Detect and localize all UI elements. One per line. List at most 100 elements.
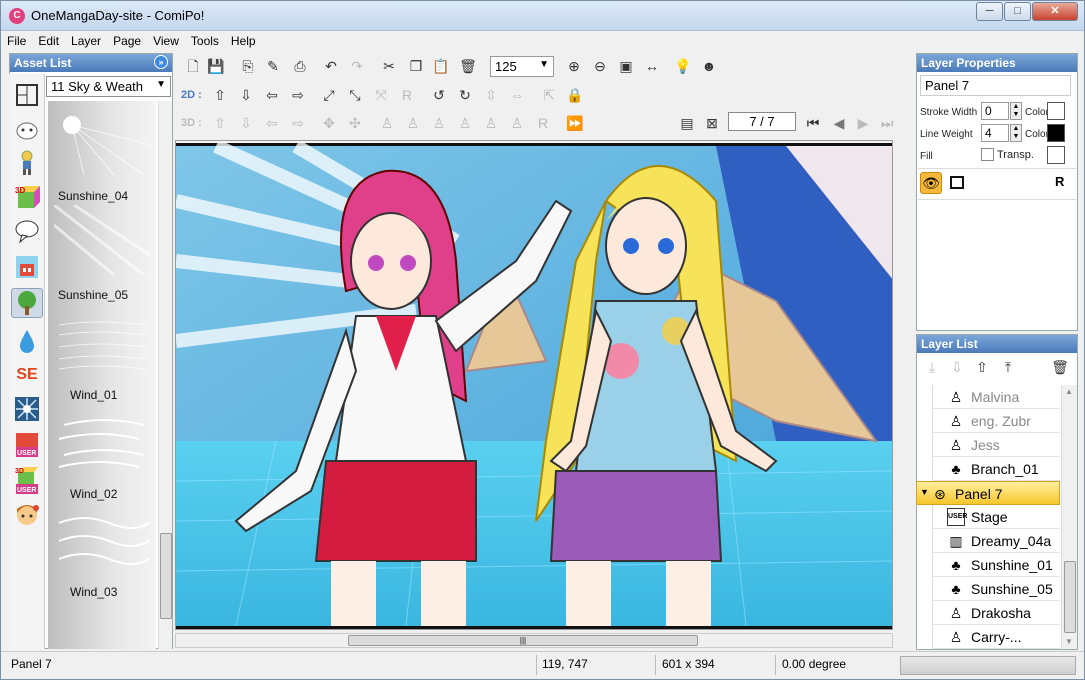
save-icon[interactable]: 💾: [206, 56, 226, 76]
3d-pose-2-icon[interactable]: ♙: [403, 113, 423, 133]
3d-pose-4-icon[interactable]: ♙: [455, 113, 475, 133]
3d-move-up-icon[interactable]: ⇧: [210, 113, 230, 133]
canvas-horizontal-scrollbar[interactable]: |||: [175, 633, 893, 648]
move-layer-down-icon[interactable]: ⇩: [947, 357, 967, 377]
maximize-button[interactable]: □: [1004, 2, 1031, 21]
zoom-out-icon[interactable]: ⊖: [590, 56, 610, 76]
cut-icon[interactable]: ✂: [379, 56, 399, 76]
transparent-checkbox[interactable]: [981, 148, 994, 161]
menu-help[interactable]: Help: [225, 31, 262, 48]
asset-category-dropdown[interactable]: 11 Sky & Weath ▼: [46, 76, 171, 97]
layer-row[interactable]: ▥ Dreamy_04a: [932, 529, 1060, 553]
menu-layer[interactable]: Layer: [65, 31, 107, 48]
fit-page-icon[interactable]: ▣: [616, 56, 636, 76]
reset-icon[interactable]: R: [1055, 174, 1064, 189]
zoom-select[interactable]: 125 ▼: [490, 56, 554, 77]
delete-page-icon[interactable]: ⊠: [702, 113, 722, 133]
scale-up-icon[interactable]: ⤢: [319, 85, 339, 105]
stroke-color-swatch[interactable]: [1047, 102, 1065, 120]
zoom-in-icon[interactable]: ⊕: [564, 56, 584, 76]
print-icon[interactable]: ⎙: [290, 56, 310, 76]
layer-list-scrollbar[interactable]: ▲ ▼: [1061, 385, 1077, 649]
effect-icon[interactable]: [11, 394, 43, 424]
share-icon[interactable]: ✎: [263, 56, 283, 76]
layer-row[interactable]: ♙ Carry-...: [932, 625, 1060, 649]
layer-row[interactable]: ♙ eng. Zubr: [932, 409, 1060, 433]
sound-effect-icon[interactable]: SE: [11, 360, 43, 390]
user-background-icon[interactable]: USER: [11, 430, 43, 460]
rotate-right-icon[interactable]: ↻: [455, 85, 475, 105]
character-face-icon[interactable]: ☻: [699, 56, 719, 76]
move-layer-top-icon[interactable]: ⤒: [998, 357, 1018, 377]
scrollbar-thumb[interactable]: [1064, 561, 1076, 633]
page-settings-icon[interactable]: ▤: [677, 113, 697, 133]
layer-row-selected[interactable]: ▼ ⊛ Panel 7: [916, 481, 1060, 505]
move-right-icon[interactable]: ⇨: [288, 85, 308, 105]
asset-item[interactable]: Sunshine_04: [48, 101, 156, 203]
light-icon[interactable]: 💡: [673, 56, 693, 76]
asset-scrollbar[interactable]: [158, 101, 172, 649]
first-page-icon[interactable]: ⏮: [803, 113, 823, 133]
panel-layout-icon[interactable]: [11, 80, 43, 110]
menu-view[interactable]: View: [147, 31, 185, 48]
last-page-icon[interactable]: ⏭: [877, 113, 897, 133]
user-character-icon[interactable]: [11, 502, 43, 532]
3d-expand-icon[interactable]: ✥: [319, 113, 339, 133]
prev-page-icon[interactable]: ◀: [829, 113, 849, 133]
layer-row[interactable]: ♣ Sunshine_05: [932, 577, 1060, 601]
reset-icon[interactable]: R: [397, 85, 417, 105]
fill-color-swatch[interactable]: [1047, 146, 1065, 164]
3d-shrink-icon[interactable]: ✣: [345, 113, 365, 133]
move-layer-bottom-icon[interactable]: ⤓: [922, 357, 942, 377]
frame-toggle-icon[interactable]: [950, 176, 964, 189]
3d-pose-5-icon[interactable]: ♙: [481, 113, 501, 133]
line-weight-input[interactable]: 4: [981, 124, 1009, 142]
close-button[interactable]: ✕: [1032, 2, 1078, 21]
next-page-icon[interactable]: ▶: [853, 113, 873, 133]
stroke-width-input[interactable]: 0: [981, 102, 1009, 120]
move-layer-up-icon[interactable]: ⇧: [972, 357, 992, 377]
3d-reset-icon[interactable]: R: [533, 113, 553, 133]
undo-icon[interactable]: ↶: [321, 56, 341, 76]
character-icon[interactable]: [11, 148, 43, 178]
delete-icon[interactable]: 🗑: [458, 56, 478, 76]
3d-pose-1-icon[interactable]: ♙: [377, 113, 397, 133]
scroll-down-icon[interactable]: ▼: [1065, 637, 1073, 646]
background-icon[interactable]: [11, 252, 43, 282]
asset-item[interactable]: Wind_02: [48, 401, 156, 501]
drop-icon[interactable]: [11, 326, 43, 356]
move-up-icon[interactable]: ⇧: [210, 85, 230, 105]
layer-row[interactable]: ♣ Branch_01: [932, 457, 1060, 481]
face-icon[interactable]: [11, 116, 43, 146]
layer-row[interactable]: ♣ Sunshine_01: [932, 553, 1060, 577]
menu-file[interactable]: File: [1, 31, 32, 48]
menu-page[interactable]: Page: [107, 31, 147, 48]
scale-down-icon[interactable]: ⤡: [345, 85, 365, 105]
rotate-left-icon[interactable]: ↺: [429, 85, 449, 105]
scrollbar-thumb[interactable]: |||: [348, 635, 698, 646]
3d-pose-3-icon[interactable]: ♙: [429, 113, 449, 133]
3d-move-right-icon[interactable]: ⇨: [288, 113, 308, 133]
layer-name-field[interactable]: Panel 7: [920, 75, 1071, 96]
layer-row[interactable]: ♙ Malvina: [932, 385, 1060, 409]
collapse-icon[interactable]: »: [154, 55, 168, 69]
minimize-button[interactable]: ─: [976, 2, 1003, 21]
fit-icon[interactable]: ⤧: [371, 85, 391, 105]
move-down-icon[interactable]: ⇩: [236, 85, 256, 105]
line-weight-spinner[interactable]: ▲ ▼: [1010, 124, 1022, 142]
flip-vertical-icon[interactable]: ⇳: [481, 85, 501, 105]
delete-layer-icon[interactable]: 🗑: [1050, 357, 1070, 377]
paste-icon[interactable]: 📋: [431, 56, 451, 76]
move-left-icon[interactable]: ⇦: [262, 85, 282, 105]
3d-move-left-icon[interactable]: ⇦: [262, 113, 282, 133]
new-icon[interactable]: 🗋: [183, 56, 203, 76]
asset-item[interactable]: Wind_01: [48, 301, 156, 402]
tree-icon[interactable]: [11, 288, 43, 318]
copy-icon[interactable]: ❐: [406, 56, 426, 76]
align-icon[interactable]: ⇱: [539, 85, 559, 105]
layer-row[interactable]: ♙ Jess: [932, 433, 1060, 457]
layer-row[interactable]: USER Stage: [932, 505, 1060, 529]
scrollbar-thumb[interactable]: [160, 533, 172, 619]
export-icon[interactable]: ⎘: [238, 56, 258, 76]
3d-forward-icon[interactable]: ⏩: [565, 113, 585, 133]
